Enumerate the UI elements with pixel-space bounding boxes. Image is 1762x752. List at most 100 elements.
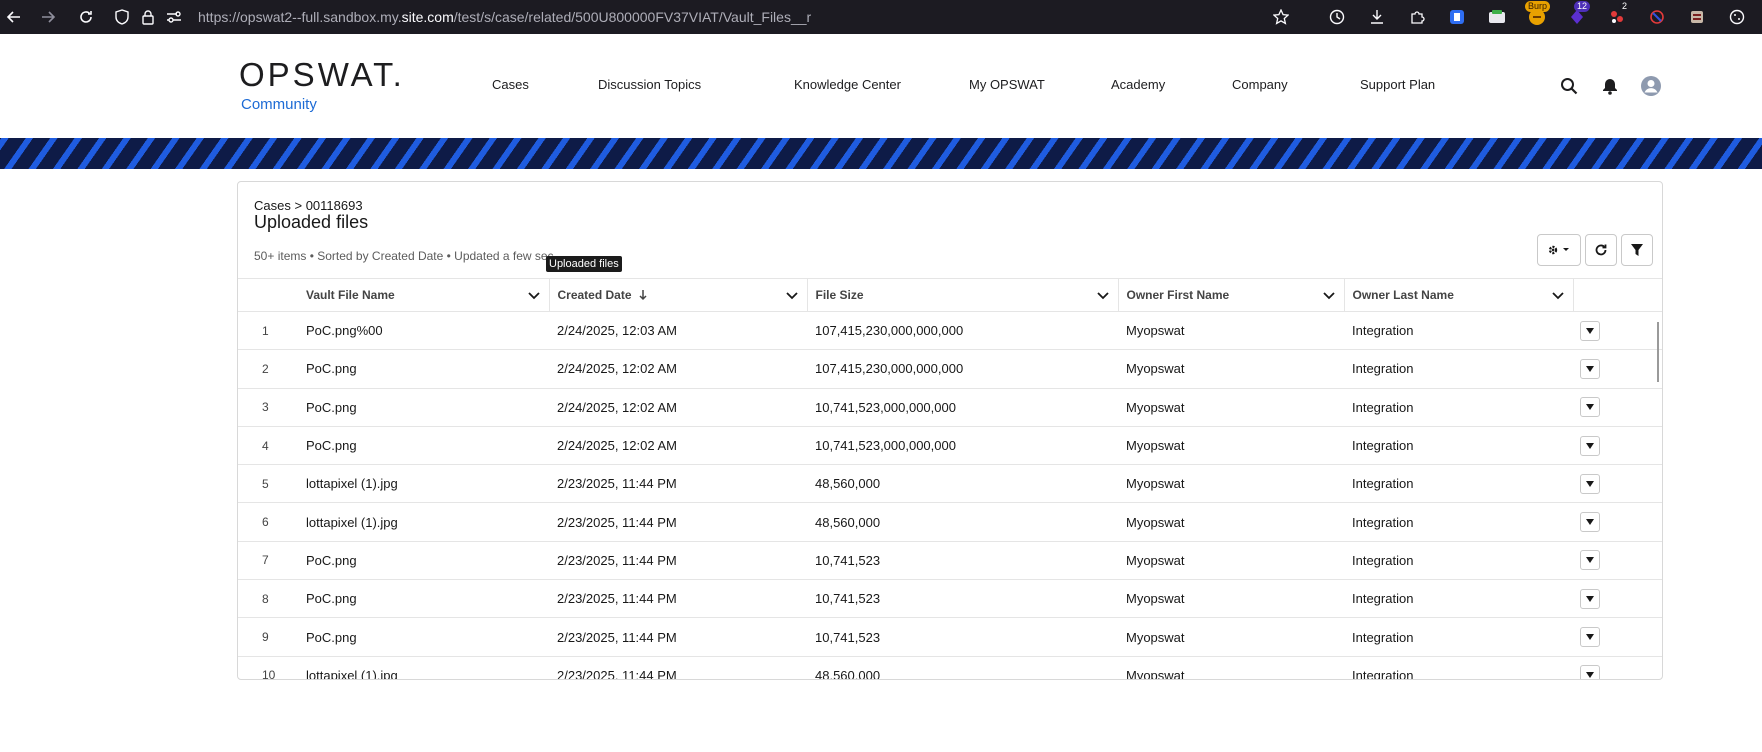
- table-row[interactable]: 1 PoC.png%00 2/24/2025, 12:03 AM 107,415,23…: [238, 311, 1662, 351]
- row-actions-button[interactable]: [1580, 320, 1600, 341]
- download-icon[interactable]: [1362, 2, 1392, 32]
- table-row[interactable]: 5 lottapixel (1).jpg 2/23/2025, 11:44 PM 48…: [238, 464, 1662, 504]
- extension-red-dots-icon[interactable]: 2: [1602, 1, 1632, 32]
- refresh-icon: [1595, 244, 1607, 256]
- forward-button[interactable]: [34, 3, 62, 31]
- column-header-owner-first-name[interactable]: Owner First Name: [1118, 278, 1345, 312]
- extension-blocked-icon[interactable]: [1642, 2, 1672, 32]
- row-number: 2: [238, 349, 298, 389]
- owner-first-name-cell: Myopswat: [1118, 464, 1344, 504]
- extension-purple-icon[interactable]: 12: [1562, 1, 1592, 32]
- created-date-cell: 2/24/2025, 12:02 AM: [549, 426, 807, 466]
- row-actions-button[interactable]: [1580, 512, 1600, 533]
- caret-down-icon: [1586, 442, 1594, 449]
- created-date-cell: 2/23/2025, 11:44 PM: [549, 541, 807, 581]
- tracking-shield-icon[interactable]: [110, 5, 134, 29]
- table-row[interactable]: 8 PoC.png 2/23/2025, 11:44 PM 10,741,523 Myo…: [238, 579, 1662, 619]
- opswat-logo[interactable]: OPSWAT. Community: [239, 58, 405, 114]
- burp-extension-icon[interactable]: Burp: [1522, 1, 1552, 32]
- file-size-cell: 107,415,230,000,000,000: [807, 311, 1118, 351]
- column-header-owner-last-name[interactable]: Owner Last Name: [1344, 278, 1574, 312]
- url-path: /test/s/case/related/500U800000FV37VIAT/…: [453, 9, 812, 25]
- row-number: 1: [238, 311, 298, 351]
- table-row[interactable]: 2 PoC.png 2/24/2025, 12:02 AM 107,415,230,0…: [238, 349, 1662, 389]
- back-button[interactable]: [0, 3, 28, 31]
- chevron-down-icon[interactable]: [527, 288, 541, 302]
- bookmark-star-icon[interactable]: [1269, 5, 1293, 29]
- row-actions-button[interactable]: [1580, 435, 1600, 456]
- user-avatar-icon[interactable]: [1640, 75, 1662, 97]
- nav-company[interactable]: Company: [1232, 77, 1288, 92]
- actions-header: [1573, 278, 1662, 312]
- owner-last-name-cell: Integration: [1344, 617, 1573, 657]
- owner-first-name-cell: Myopswat: [1118, 311, 1344, 351]
- breadcrumb-case-number[interactable]: 00118693: [306, 198, 363, 213]
- row-actions-button[interactable]: [1580, 665, 1600, 679]
- table-row[interactable]: 7 PoC.png 2/23/2025, 11:44 PM 10,741,523 Myo…: [238, 541, 1662, 581]
- table-row[interactable]: 3 PoC.png 2/24/2025, 12:02 AM 10,741,523,00…: [238, 388, 1662, 427]
- lock-icon[interactable]: [136, 5, 160, 29]
- chevron-down-icon[interactable]: [785, 288, 799, 302]
- file-size-cell: 10,741,523: [807, 541, 1118, 581]
- nav-academy[interactable]: Academy: [1111, 77, 1165, 92]
- permissions-icon[interactable]: [162, 5, 186, 29]
- table-row[interactable]: 10 lottapixel (1).jpg 2/23/2025, 11:44 PM 4…: [238, 656, 1662, 679]
- table-row[interactable]: 9 PoC.png 2/23/2025, 11:44 PM 10,741,523 Myo…: [238, 617, 1662, 657]
- search-icon[interactable]: [1558, 75, 1580, 97]
- nav-cases[interactable]: Cases: [492, 77, 529, 92]
- breadcrumb-cases-link[interactable]: Cases: [254, 198, 291, 213]
- table-row[interactable]: 4 PoC.png 2/24/2025, 12:02 AM 10,741,523,00…: [238, 426, 1662, 466]
- row-actions-button[interactable]: [1580, 550, 1600, 571]
- row-actions-button[interactable]: [1580, 358, 1600, 379]
- row-number: 3: [238, 388, 298, 427]
- owner-last-name-cell: Integration: [1344, 388, 1573, 427]
- notification-bell-icon[interactable]: [1599, 75, 1621, 97]
- nav-my-opswat[interactable]: My OPSWAT: [969, 77, 1045, 92]
- history-icon[interactable]: [1322, 2, 1352, 32]
- chevron-down-icon[interactable]: [1322, 288, 1336, 302]
- cookie-icon[interactable]: [1722, 2, 1752, 32]
- table-row[interactable]: 6 lottapixel (1).jpg 2/23/2025, 11:44 PM 48…: [238, 502, 1662, 542]
- vault-file-name-cell: PoC.png: [298, 579, 549, 619]
- column-header-file-size[interactable]: File Size: [807, 278, 1119, 312]
- url-text[interactable]: https://opswat2--full.sandbox.my.site.co…: [198, 9, 811, 25]
- filter-button[interactable]: [1621, 234, 1653, 266]
- extensions-puzzle-icon[interactable]: [1402, 2, 1432, 32]
- row-actions-button[interactable]: [1580, 397, 1600, 418]
- reload-button[interactable]: [72, 3, 100, 31]
- chevron-down-icon[interactable]: [1551, 288, 1565, 302]
- file-size-cell: 10,741,523,000,000,000: [807, 388, 1118, 427]
- extension-wallet-icon[interactable]: [1482, 2, 1512, 32]
- extension-shield-icon[interactable]: [1682, 2, 1712, 32]
- caret-down-icon: [1586, 519, 1594, 526]
- scrollbar-thumb[interactable]: [1657, 322, 1659, 382]
- vault-file-name-cell: PoC.png%00: [298, 311, 549, 351]
- row-actions-cell: [1573, 349, 1662, 389]
- address-bar[interactable]: https://opswat2--full.sandbox.my.site.co…: [110, 2, 1295, 32]
- reload-icon: [80, 11, 92, 23]
- column-label: Owner Last Name: [1352, 288, 1454, 302]
- row-actions-button[interactable]: [1580, 627, 1600, 648]
- owner-first-name-cell: Myopswat: [1118, 502, 1344, 542]
- row-actions-cell: [1573, 541, 1662, 581]
- logo-community-label: Community: [241, 96, 317, 113]
- owner-first-name-cell: Myopswat: [1118, 617, 1344, 657]
- row-actions-cell: [1573, 311, 1662, 351]
- owner-first-name-cell: Myopswat: [1118, 349, 1344, 389]
- row-actions-button[interactable]: [1580, 588, 1600, 609]
- nav-support-plan[interactable]: Support Plan: [1360, 77, 1435, 92]
- file-size-cell: 107,415,230,000,000,000: [807, 349, 1118, 389]
- row-actions-button[interactable]: [1580, 473, 1600, 494]
- extension-blue-icon[interactable]: [1442, 2, 1472, 32]
- list-settings-button[interactable]: [1537, 234, 1581, 266]
- nav-knowledge-center[interactable]: Knowledge Center: [794, 77, 901, 92]
- nav-discussion-topics[interactable]: Discussion Topics: [598, 77, 701, 92]
- column-header-created-date[interactable]: Created Date: [549, 278, 808, 312]
- chevron-down-icon[interactable]: [1096, 288, 1110, 302]
- column-header-vault-file-name[interactable]: Vault File Name: [298, 278, 550, 312]
- column-label: Owner First Name: [1126, 288, 1230, 302]
- refresh-button[interactable]: [1585, 234, 1617, 266]
- row-actions-cell: [1573, 502, 1662, 542]
- owner-last-name-cell: Integration: [1344, 656, 1573, 679]
- row-number: 6: [238, 502, 298, 542]
